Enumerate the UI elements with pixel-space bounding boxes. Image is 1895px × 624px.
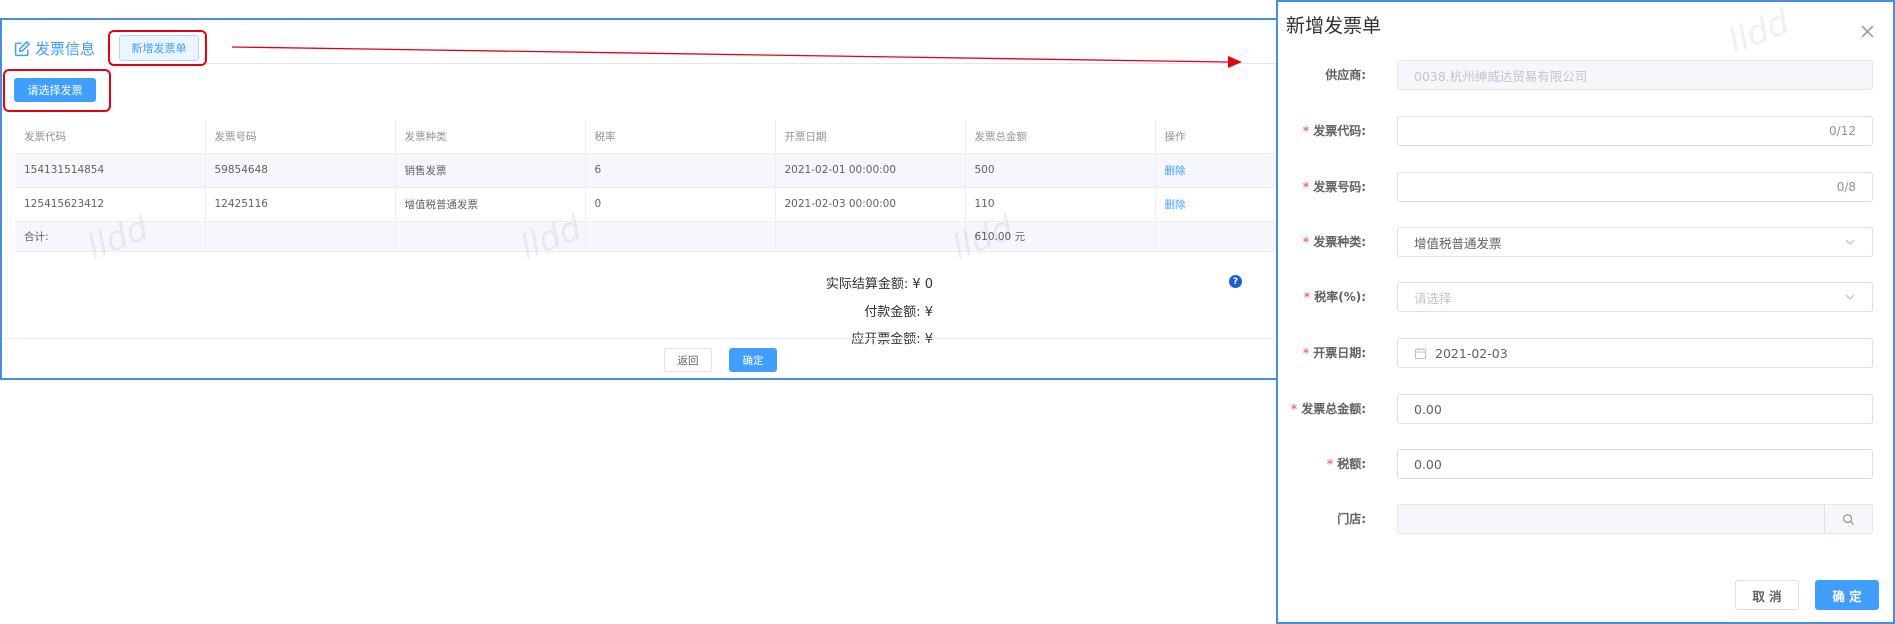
edit-icon <box>14 40 31 56</box>
panel-title: 发票信息 <box>14 37 95 59</box>
total-label: 合计: <box>15 221 206 252</box>
tax-rate-label: * 税率(%): <box>1303 290 1366 304</box>
invoice-date-picker[interactable]: 2021-02-03 <box>1397 338 1873 368</box>
cell-number: 59854648 <box>205 153 396 188</box>
table-row: 125415623412 12425116 增值税普通发票 0 2021-02-… <box>15 187 1276 222</box>
cell-type: 增值税普通发票 <box>395 187 586 222</box>
cell-date: 2021-02-03 00:00:00 <box>775 187 966 222</box>
store-label: 门店: <box>1337 512 1366 526</box>
invoice-number-label: * 发票号码: <box>1302 180 1366 194</box>
invoice-date-row: * 开票日期: 2021-02-03 <box>1278 338 1893 368</box>
highlight-box-select <box>3 69 111 112</box>
cell-amount: 110 <box>965 187 1156 222</box>
col-header-type: 发票种类 <box>395 120 586 154</box>
calendar-icon <box>1414 347 1427 359</box>
invoice-type-label: * 发票种类: <box>1302 235 1366 249</box>
cell-date: 2021-02-01 00:00:00 <box>775 153 966 188</box>
col-header-number: 发票号码 <box>205 120 396 154</box>
total-amount-input[interactable]: 0.00 <box>1397 394 1873 424</box>
delete-link[interactable]: 删除 <box>1155 153 1276 188</box>
cell-type: 销售发票 <box>395 153 586 188</box>
dialog-title: 新增发票单 <box>1286 15 1382 37</box>
cell-number: 12425116 <box>205 187 396 222</box>
cell-code: 154131514854 <box>15 153 206 188</box>
invoice-code-input[interactable]: 0/12 <box>1397 116 1873 146</box>
table-row: 154131514854 59854648 销售发票 6 2021-02-01 … <box>15 153 1276 188</box>
total-amount: 610.00 元 <box>965 221 1156 252</box>
chevron-down-icon <box>1845 239 1855 245</box>
supplier-field: 0038.杭州绅威达贸易有限公司 <box>1397 60 1873 90</box>
col-header-action: 操作 <box>1155 120 1276 154</box>
dialog-confirm-button[interactable]: 确 定 <box>1815 580 1879 610</box>
char-counter: 0/8 <box>1836 180 1856 194</box>
panel-title-text: 发票信息 <box>35 39 96 58</box>
cell-amount: 500 <box>965 153 1156 188</box>
invoice-number-input[interactable]: 0/8 <box>1397 172 1873 202</box>
payment-amount: 付款金额: ¥ <box>864 305 933 320</box>
total-amount-row: * 发票总金额: 0.00 <box>1278 394 1893 424</box>
watermark: lldd <box>1722 1 1796 63</box>
search-icon <box>1843 513 1855 525</box>
total-amount-label: * 发票总金额: <box>1290 402 1366 416</box>
supplier-value: 0038.杭州绅威达贸易有限公司 <box>1414 68 1588 84</box>
invoice-date-label: * 开票日期: <box>1302 346 1366 360</box>
tax-amount-input[interactable]: 0.00 <box>1397 449 1873 479</box>
invoice-code-label: * 发票代码: <box>1302 124 1366 138</box>
col-header-code: 发票代码 <box>15 120 206 154</box>
cancel-button[interactable]: 取 消 <box>1735 580 1799 610</box>
actual-settlement-amount: 实际结算金额: ¥ 0 <box>825 277 933 292</box>
tax-amount-row: * 税额: 0.00 <box>1278 449 1893 479</box>
highlight-box-tab <box>108 30 207 66</box>
total-row: 合计: 610.00 元 <box>15 221 1276 252</box>
delete-link[interactable]: 删除 <box>1155 187 1276 222</box>
col-header-date: 开票日期 <box>775 120 966 154</box>
table-header-row: 发票代码 发票号码 发票种类 税率 开票日期 发票总金额 操作 <box>15 120 1276 154</box>
tax-rate-row: * 税率(%): 请选择 <box>1278 282 1893 312</box>
invoice-table: 发票代码 发票号码 发票种类 税率 开票日期 发票总金额 操作 15413151… <box>15 120 1276 252</box>
tax-rate-select[interactable]: 请选择 <box>1397 282 1873 312</box>
help-icon[interactable]: ? <box>1229 275 1242 288</box>
chevron-down-icon <box>1845 294 1855 300</box>
tab-divider <box>207 63 1276 64</box>
store-search-button[interactable] <box>1824 505 1872 533</box>
tax-amount-value: 0.00 <box>1414 456 1442 472</box>
invoice-number-row: * 发票号码: 0/8 <box>1278 172 1893 202</box>
invoice-type-select[interactable]: 增值税普通发票 <box>1397 227 1873 257</box>
store-field <box>1397 504 1873 534</box>
store-row: 门店: <box>1278 504 1893 534</box>
footer-divider <box>2 338 1276 339</box>
supplier-label: 供应商: <box>1325 68 1366 82</box>
invoice-code-row: * 发票代码: 0/12 <box>1278 116 1893 146</box>
confirm-button[interactable]: 确定 <box>729 348 777 372</box>
invoice-panel: 发票信息 新增发票单 请选择发票 发票代码 发票号码 发票种类 税率 开票日期 … <box>0 18 1278 380</box>
invoice-type-value: 增值税普通发票 <box>1414 235 1502 251</box>
char-counter: 0/12 <box>1829 124 1856 138</box>
tax-amount-label: * 税额: <box>1326 457 1366 471</box>
back-button[interactable]: 返回 <box>664 348 712 372</box>
invoice-date-value: 2021-02-03 <box>1435 345 1508 361</box>
cell-code: 125415623412 <box>15 187 206 222</box>
invoice-type-row: * 发票种类: 增值税普通发票 <box>1278 227 1893 257</box>
col-header-rate: 税率 <box>585 120 776 154</box>
supplier-row: 供应商: 0038.杭州绅威达贸易有限公司 <box>1278 60 1893 90</box>
tax-rate-placeholder: 请选择 <box>1414 290 1452 306</box>
cell-rate: 0 <box>585 187 776 222</box>
close-icon[interactable] <box>1860 24 1875 39</box>
cell-rate: 6 <box>585 153 776 188</box>
total-amount-value: 0.00 <box>1414 401 1442 417</box>
col-header-amount: 发票总金额 <box>965 120 1156 154</box>
add-invoice-dialog: 新增发票单 lldd 供应商: 0038.杭州绅威达贸易有限公司 * 发票代码: … <box>1276 0 1895 624</box>
